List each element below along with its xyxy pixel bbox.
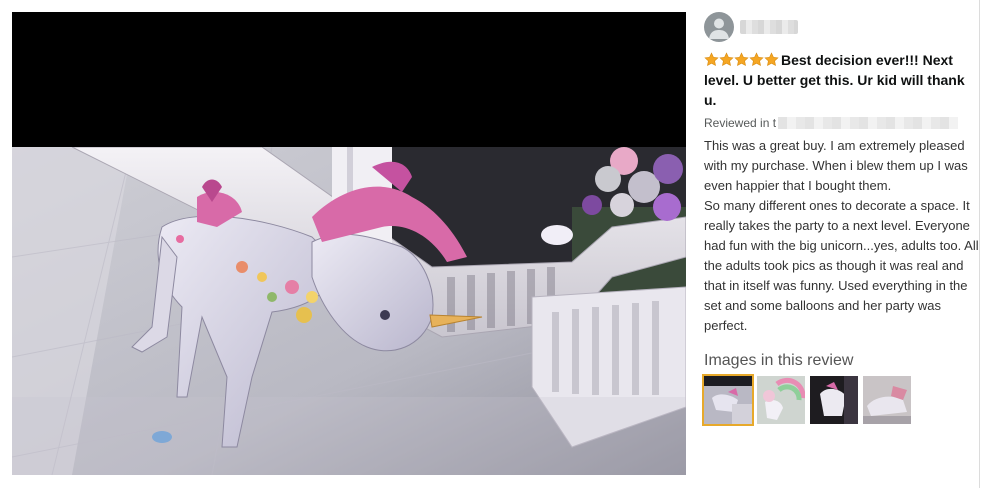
default-avatar-icon bbox=[704, 12, 734, 42]
review-thumbnail-1[interactable] bbox=[702, 374, 754, 426]
review-media-viewer[interactable] bbox=[12, 12, 686, 475]
star-icon bbox=[764, 52, 779, 67]
star-icon bbox=[704, 52, 719, 67]
star-icon bbox=[734, 52, 749, 67]
review-paragraph: This was a great buy. I am extremely ple… bbox=[704, 138, 968, 193]
review-photo-unicorn-balloon bbox=[12, 147, 686, 475]
star-rating bbox=[704, 52, 779, 67]
review-paragraph: So many different ones to decorate a spa… bbox=[704, 198, 979, 333]
review-body: This was a great buy. I am extremely ple… bbox=[704, 136, 980, 336]
author-name-redacted bbox=[740, 20, 798, 34]
review-thumbnail-2[interactable] bbox=[757, 376, 805, 424]
review-panel: Best decision ever!!! Next level. U bett… bbox=[702, 12, 979, 426]
review-origin: Reviewed in t bbox=[704, 115, 976, 131]
review-thumbnail-3[interactable] bbox=[810, 376, 858, 424]
redacted-region bbox=[778, 117, 959, 129]
star-icon bbox=[749, 52, 764, 67]
review-heading[interactable]: Best decision ever!!! Next level. U bett… bbox=[704, 50, 976, 110]
images-in-review-heading: Images in this review bbox=[704, 352, 854, 369]
review-author bbox=[704, 12, 976, 42]
reviewed-in-label: Reviewed in t bbox=[704, 116, 777, 130]
review-thumbnail-4[interactable] bbox=[863, 376, 911, 424]
review-thumbnails bbox=[702, 374, 976, 426]
star-icon bbox=[719, 52, 734, 67]
